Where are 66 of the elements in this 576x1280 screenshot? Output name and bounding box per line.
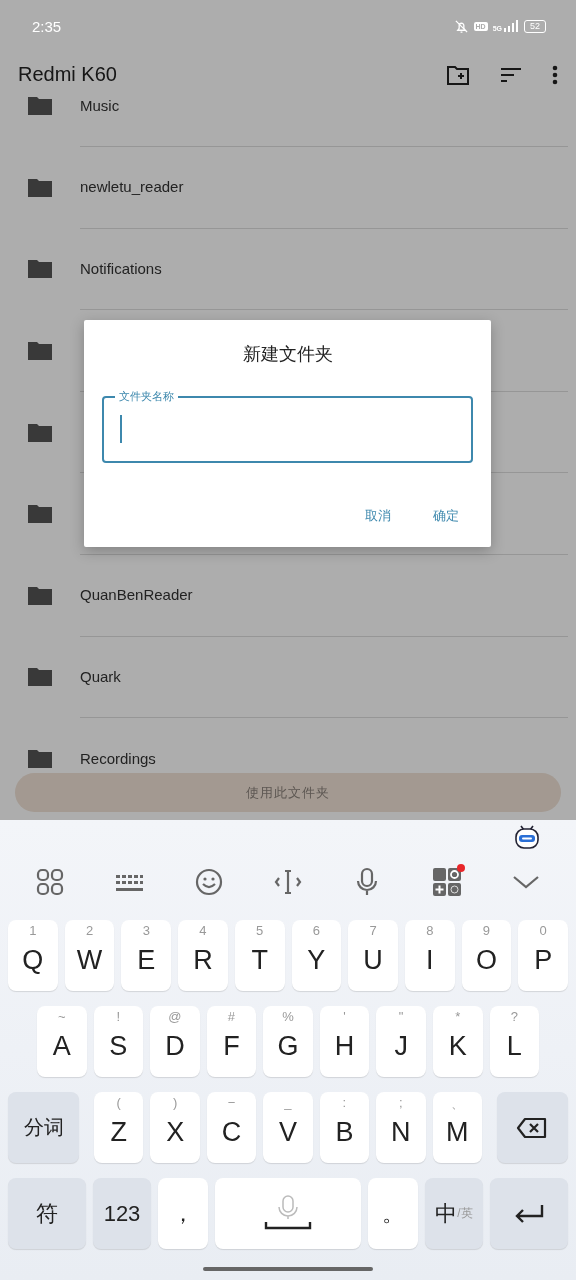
key[interactable]: % G xyxy=(263,1006,313,1077)
backspace-icon xyxy=(516,1116,549,1139)
folder-icon xyxy=(28,177,52,197)
toolbox-icon[interactable] xyxy=(431,867,462,897)
apps-icon[interactable] xyxy=(34,867,65,897)
folder-name[interactable]: newletu_reader xyxy=(80,178,184,196)
page-title: Redmi K60 xyxy=(18,63,118,86)
key[interactable]: − C xyxy=(206,1092,257,1163)
key[interactable]: # F xyxy=(206,1006,257,1077)
key[interactable]: * K xyxy=(432,1006,483,1077)
signal-icon xyxy=(503,20,519,32)
key[interactable]: ; N xyxy=(376,1092,426,1163)
folder-icon xyxy=(28,97,52,116)
key[interactable]: @ D xyxy=(150,1006,200,1077)
text-cursor-icon[interactable] xyxy=(272,867,303,897)
key[interactable]: ~ A xyxy=(37,1006,87,1077)
dialog-button[interactable]: 取消 xyxy=(363,503,393,529)
enter-icon xyxy=(513,1202,545,1225)
folder-icon xyxy=(28,667,52,687)
key[interactable]: 1 Q xyxy=(8,920,58,991)
folder-icon xyxy=(28,504,52,524)
folder-icon xyxy=(28,259,52,279)
folder-icon xyxy=(28,341,52,361)
key[interactable]: ! S xyxy=(93,1006,144,1077)
folder-name[interactable]: Music xyxy=(80,97,120,114)
key[interactable]: 0 P xyxy=(518,920,569,991)
sort-icon[interactable] xyxy=(500,65,522,84)
folder-icon xyxy=(28,422,52,442)
dialog-button[interactable]: 确定 xyxy=(431,503,461,529)
new-folder-icon[interactable] xyxy=(446,63,470,86)
folder-name[interactable]: Recordings xyxy=(80,749,156,767)
backspace-key[interactable] xyxy=(496,1092,568,1163)
key[interactable]: ' H xyxy=(319,1006,370,1077)
key[interactable]: 6 Y xyxy=(291,920,342,991)
key[interactable]: 7 U xyxy=(348,920,398,991)
key[interactable]: 123 xyxy=(93,1178,151,1249)
robot-icon[interactable] xyxy=(514,824,540,850)
folder-name[interactable]: QuanBenReader xyxy=(80,586,193,604)
key[interactable]: 9 O xyxy=(461,920,512,991)
smiley-icon[interactable] xyxy=(193,867,224,897)
folder-icon xyxy=(28,585,52,605)
field-label: 文件夹名称 xyxy=(115,389,178,403)
key[interactable]: _ V xyxy=(263,1092,313,1163)
key[interactable]: 2 W xyxy=(64,920,115,991)
key[interactable]: " J xyxy=(376,1006,426,1077)
clock-time: 2:35 xyxy=(32,17,63,35)
battery-level: 52 xyxy=(524,19,546,33)
key[interactable]: 、 M xyxy=(432,1092,482,1163)
key[interactable]: 5 T xyxy=(234,920,285,991)
key[interactable]: 。 xyxy=(368,1178,418,1249)
key[interactable]: 3 E xyxy=(121,920,172,991)
key[interactable]: 8 I xyxy=(404,920,455,991)
key[interactable]: ? L xyxy=(489,1006,540,1077)
folder-name[interactable]: Quark xyxy=(80,667,121,685)
key[interactable]: ( Z xyxy=(94,1092,144,1163)
key[interactable]: : B xyxy=(319,1092,370,1163)
folder-name[interactable]: Notifications xyxy=(80,260,162,277)
dialog-title: 新建文件夹 xyxy=(241,343,334,366)
key[interactable]: 4 R xyxy=(178,920,228,991)
key[interactable]: 分词 xyxy=(8,1092,79,1163)
folder-icon xyxy=(28,749,52,769)
text-cursor xyxy=(120,415,122,443)
key[interactable]: ， xyxy=(158,1178,208,1249)
more-icon[interactable] xyxy=(552,64,558,85)
key[interactable]: 符 xyxy=(8,1178,86,1249)
key[interactable]: ) X xyxy=(150,1092,200,1163)
